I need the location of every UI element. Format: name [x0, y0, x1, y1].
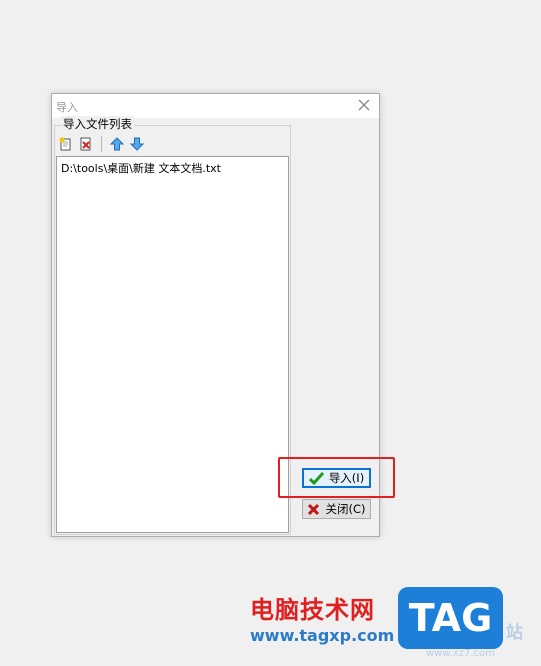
- dialog-title: 导入: [56, 101, 78, 114]
- remove-file-button[interactable]: [77, 135, 95, 153]
- list-item[interactable]: D:\tools\桌面\新建 文本文档.txt: [61, 160, 221, 176]
- file-list-group: 导入文件列表 D:\tools\桌面\新建 文本文档.txt: [54, 116, 291, 535]
- file-list-group-label: 导入文件列表: [61, 116, 134, 132]
- watermark-side-text: 站: [506, 623, 523, 643]
- remove-file-icon: [80, 137, 91, 151]
- dialog-titlebar: 导入: [52, 94, 379, 118]
- close-button[interactable]: 关闭(C): [302, 499, 371, 519]
- file-list[interactable]: D:\tools\桌面\新建 文本文档.txt: [56, 156, 289, 533]
- add-file-icon: [59, 137, 71, 151]
- move-down-button[interactable]: [128, 135, 146, 153]
- highlight-box: [278, 457, 395, 498]
- watermark-site-name: 电脑技术网: [250, 596, 375, 624]
- arrow-up-icon: [109, 137, 125, 151]
- watermark-side-url: www.xz7.com: [426, 648, 495, 659]
- close-icon[interactable]: [357, 98, 371, 112]
- add-file-button[interactable]: [57, 135, 75, 153]
- watermark-url: www.tagxp.com: [250, 626, 395, 645]
- toolbar-separator: [101, 136, 102, 152]
- file-list-toolbar: [57, 134, 289, 154]
- move-up-button[interactable]: [108, 135, 126, 153]
- watermark-tag-logo: TAG: [398, 587, 503, 649]
- cross-icon: [308, 503, 320, 515]
- arrow-down-icon: [129, 137, 145, 151]
- close-button-label: 关闭(C): [325, 502, 366, 516]
